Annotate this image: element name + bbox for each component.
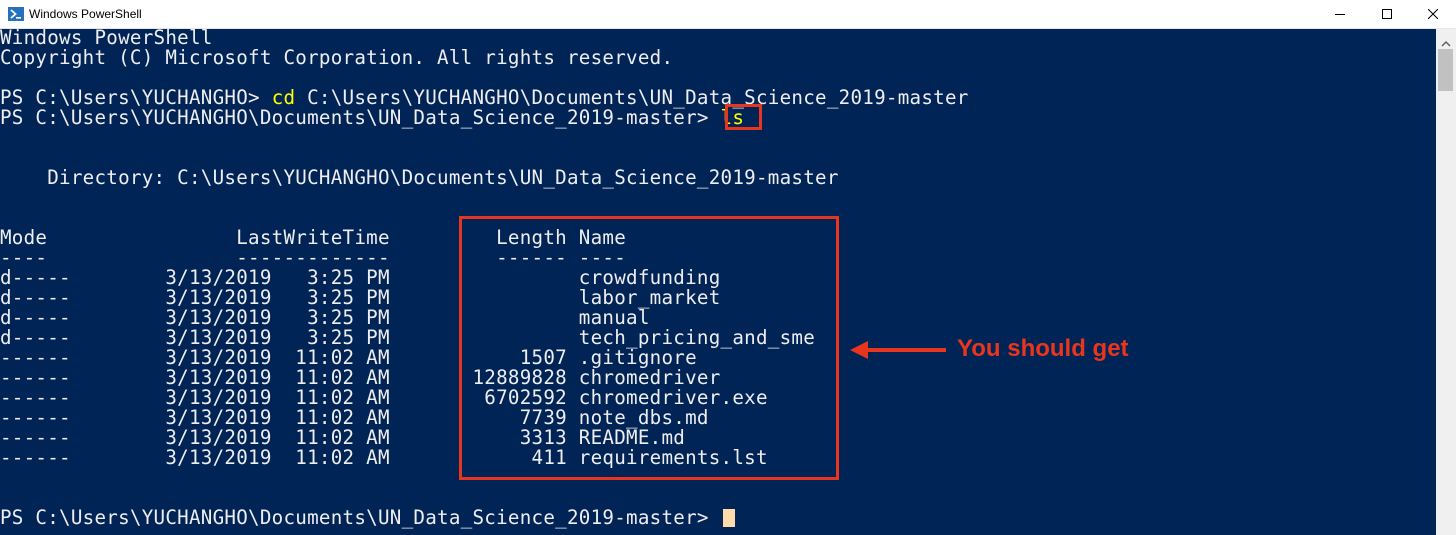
text-cursor [722, 509, 735, 527]
current-prompt-line[interactable]: PS C:\Users\YUCHANGHO\Documents\UN_Data_… [0, 508, 735, 528]
directory-line: Directory: C:\Users\YUCHANGHO\Documents\… [0, 166, 839, 189]
window-title: Windows PowerShell [29, 7, 142, 21]
maximize-button[interactable] [1364, 0, 1410, 28]
copyright-line: Copyright (C) Microsoft Corporation. All… [0, 46, 674, 69]
scrollbar-thumb[interactable] [1438, 49, 1453, 91]
title-bar[interactable]: Windows PowerShell [0, 0, 1456, 29]
annotation-label: You should get [957, 335, 1129, 362]
close-button[interactable] [1410, 0, 1456, 28]
prompt: PS C:\Users\YUCHANGHO\Documents\UN_Data_… [0, 506, 721, 529]
vertical-scrollbar[interactable] [1436, 29, 1456, 535]
minimize-button[interactable] [1317, 0, 1363, 28]
powershell-window: Windows PowerShell Windows PowerShell Co… [0, 0, 1456, 535]
left-arrow-icon [848, 340, 948, 364]
prompt: PS C:\Users\YUCHANGHO\Documents\UN_Data_… [0, 106, 721, 129]
powershell-icon [8, 6, 24, 22]
ls-command-highlight-box [725, 104, 762, 130]
command-line-ls: PS C:\Users\YUCHANGHO\Documents\UN_Data_… [0, 108, 744, 128]
output-highlight-box [459, 216, 839, 480]
command-line-cd: PS C:\Users\YUCHANGHO> cd C:\Users\YUCHA… [0, 88, 969, 108]
